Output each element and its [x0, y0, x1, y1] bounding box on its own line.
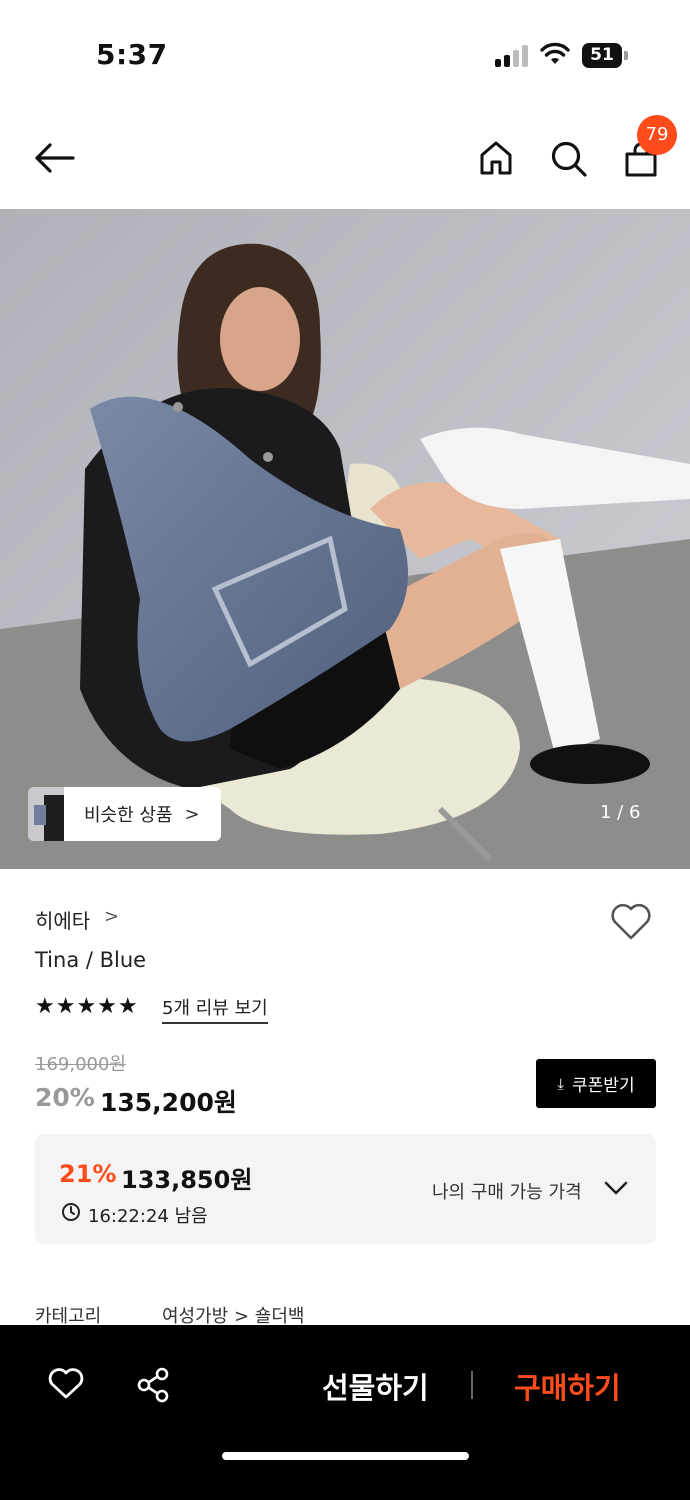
brand-chevron-icon: > [104, 906, 120, 927]
product-photo [0, 209, 690, 869]
download-icon: ⤓ [557, 1074, 565, 1093]
similar-product-thumbnail [28, 787, 64, 841]
back-arrow-icon[interactable] [33, 142, 75, 174]
buy-button[interactable]: 구매하기 [514, 1365, 621, 1407]
chevron-down-icon[interactable] [604, 1180, 628, 1196]
rating-stars: ★★★★★ [35, 994, 139, 1019]
my-price-label: 나의 구매 가능 가격 [432, 1182, 582, 1203]
share-icon[interactable] [136, 1367, 172, 1403]
heart-icon[interactable] [48, 1368, 84, 1400]
gift-button[interactable]: 선물하기 [322, 1365, 429, 1407]
original-price: 169,000원 [35, 1054, 126, 1075]
wifi-icon [540, 42, 570, 64]
sale-price: 135,200원 [100, 1088, 237, 1117]
signal-icon [495, 45, 529, 67]
clock-icon [62, 1203, 80, 1221]
image-page-indicator: 1 / 6 [600, 802, 641, 823]
product-name: Tina / Blue [35, 948, 147, 972]
button-divider [471, 1371, 473, 1399]
my-discount-rate: 21% [59, 1160, 117, 1188]
get-coupon-button[interactable]: ⤓ 쿠폰받기 [536, 1059, 656, 1108]
product-image[interactable] [0, 209, 690, 869]
my-price-panel[interactable]: 21% 133,850원 16:22:24 남음 나의 구매 가능 가격 [35, 1134, 656, 1244]
cart-count-badge: 79 [637, 115, 677, 155]
battery-icon: 51 [582, 43, 628, 68]
status-bar: 5:37 51 [0, 0, 690, 110]
similar-products-button[interactable]: 비슷한 상품 > [28, 787, 221, 841]
review-link[interactable]: 5개 리뷰 보기 [162, 994, 268, 1024]
bottom-action-bar: 선물하기 구매하기 [0, 1325, 690, 1500]
similar-products-label: 비슷한 상품 [84, 805, 173, 826]
chevron-right-icon: > [184, 803, 200, 825]
my-price-amount: 133,850원 [121, 1166, 253, 1194]
discount-rate: 20% [35, 1083, 95, 1112]
wishlist-heart-icon[interactable] [610, 903, 652, 941]
coupon-label: 쿠폰받기 [572, 1076, 635, 1096]
home-icon[interactable] [479, 140, 513, 176]
search-icon[interactable] [550, 140, 588, 178]
status-time: 5:37 [96, 38, 168, 71]
top-nav [0, 110, 690, 210]
time-remaining: 16:22:24 남음 [88, 1206, 208, 1227]
home-indicator [222, 1452, 469, 1460]
brand-name-link[interactable]: 히에타 [35, 905, 90, 934]
battery-level: 51 [582, 43, 622, 68]
